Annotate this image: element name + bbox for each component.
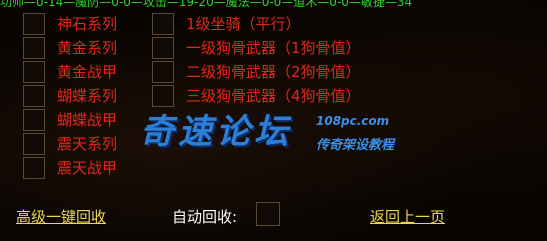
item-label: 蝴蝶系列: [57, 87, 118, 105]
checkbox-left-7[interactable]: [23, 157, 45, 179]
item-label: 黄金系列: [57, 39, 118, 57]
watermark-slogan: 传奇架设教程: [316, 138, 395, 153]
one-click-recycle-link[interactable]: 高级一键回收: [16, 206, 106, 227]
item-label: 震天系列: [57, 135, 118, 153]
checkbox-right-3[interactable]: [152, 61, 174, 83]
item-label: 1级坐骑（平行）: [186, 15, 301, 33]
checkbox-right-1[interactable]: [152, 13, 174, 35]
checkbox-left-1[interactable]: [23, 13, 45, 35]
item-label: 黄金战甲: [57, 63, 118, 81]
item-label: 二级狗骨武器（2狗骨值）: [186, 63, 361, 81]
item-label: 神石系列: [57, 15, 118, 33]
watermark-title: 奇速论坛: [140, 112, 292, 152]
watermark-site: 108pc.com: [316, 114, 390, 128]
checkbox-left-4[interactable]: [23, 85, 45, 107]
checkbox-left-2[interactable]: [23, 37, 45, 59]
auto-recycle-checkbox[interactable]: [256, 202, 280, 226]
back-link[interactable]: 返回上一页: [370, 206, 445, 227]
item-label: 三级狗骨武器（4狗骨值）: [186, 87, 361, 105]
checkbox-left-3[interactable]: [23, 61, 45, 83]
checkbox-left-5[interactable]: [23, 109, 45, 131]
item-label: 蝴蝶战甲: [57, 111, 118, 129]
stats-status-line: 功师—0-14—魔防—0-0—攻击—19-20—魔法—0-0—道术—0-0—敏捷…: [0, 0, 413, 9]
item-label: 一级狗骨武器（1狗骨值）: [186, 39, 361, 57]
checkbox-right-2[interactable]: [152, 37, 174, 59]
item-label: 震天战甲: [57, 159, 118, 177]
checkbox-left-6[interactable]: [23, 133, 45, 155]
auto-recycle-label: 自动回收:: [172, 208, 238, 226]
forum-watermark: 奇速论坛 108pc.com 传奇架设教程: [140, 104, 450, 160]
